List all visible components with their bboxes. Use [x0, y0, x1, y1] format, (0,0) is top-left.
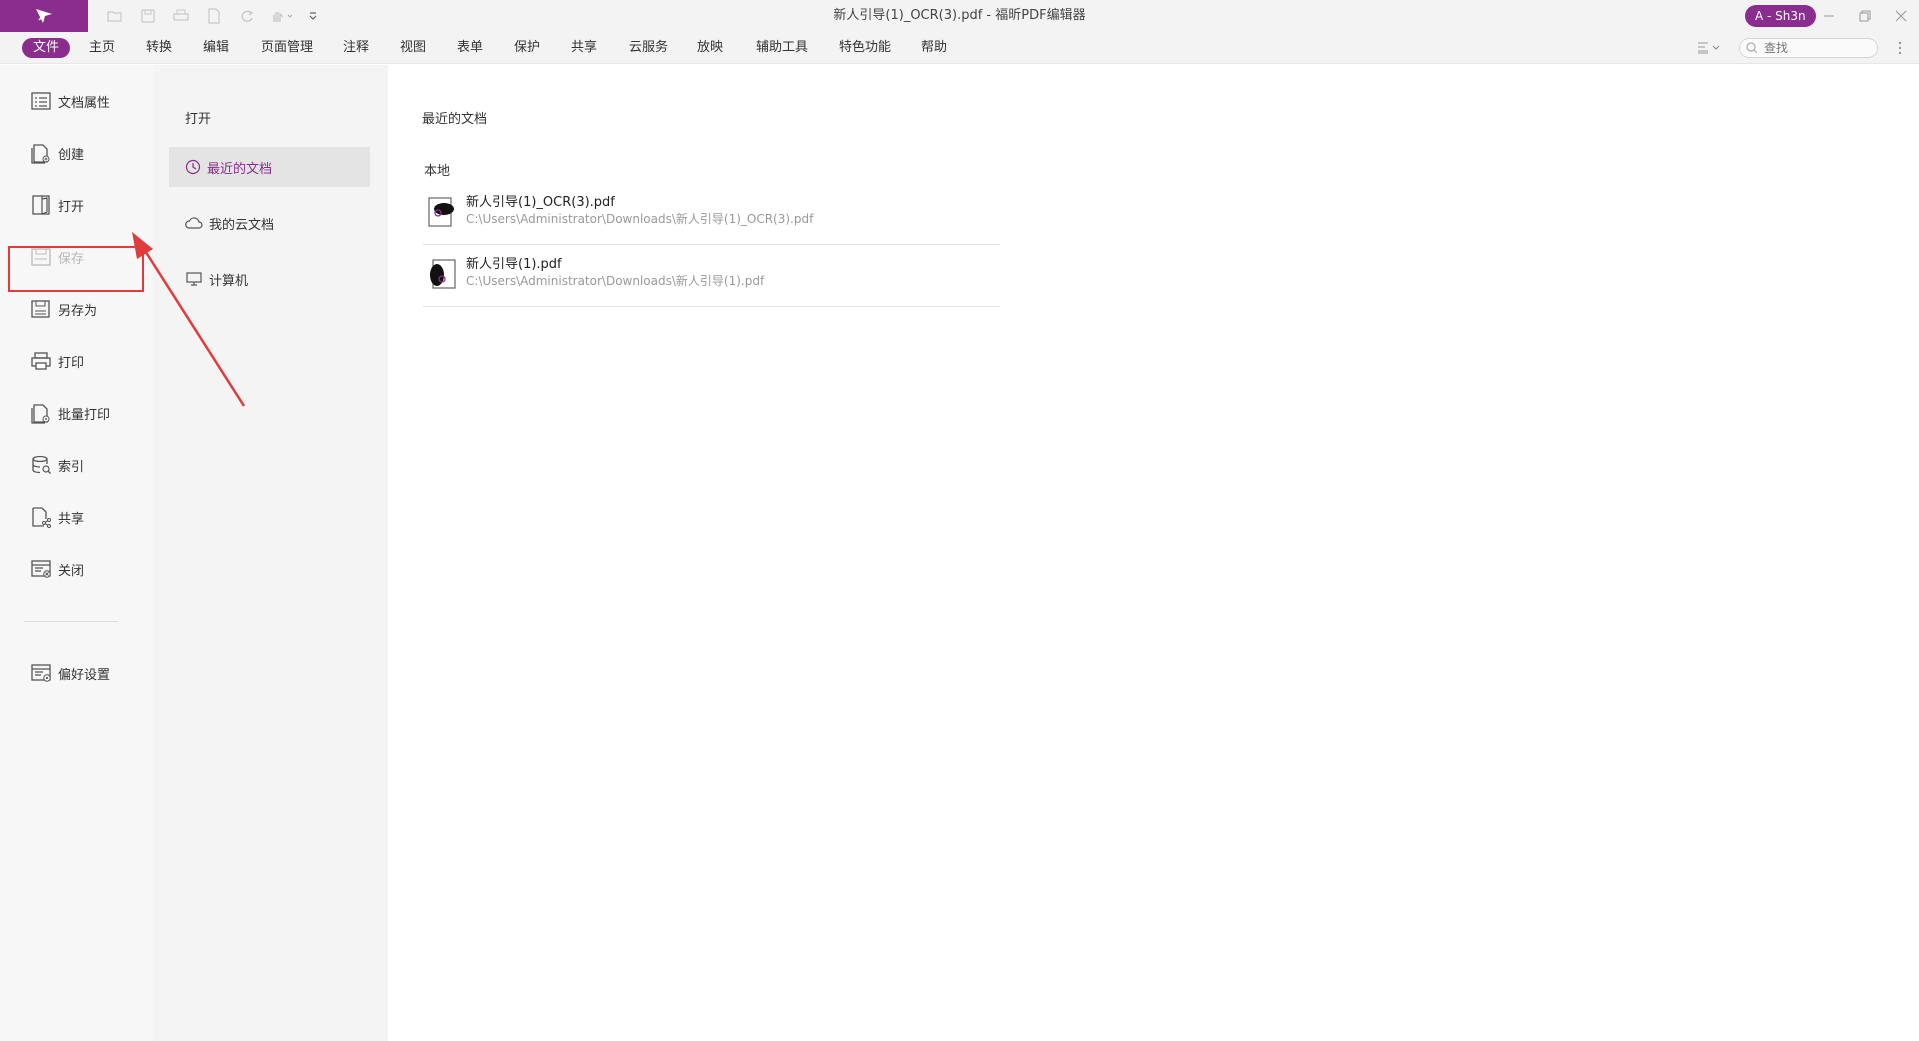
recent-documents-content: 最近的文档 本地 新人引导(1)_OCR(3).pdf C:\Users\Adm…	[388, 65, 1919, 1041]
computer-icon	[186, 272, 202, 286]
create-icon	[31, 144, 50, 164]
file-path: C:\Users\Administrator\Downloads\新人引导(1)…	[466, 274, 765, 288]
hand-tool-icon[interactable]	[270, 7, 296, 25]
sidebar-item-save-as[interactable]: 另存为	[30, 297, 97, 321]
tab-label: 我的云文档	[209, 217, 275, 233]
menu-convert[interactable]: 转换	[146, 38, 172, 58]
sidebar-item-label: 共享	[58, 511, 85, 527]
recent-file-row[interactable]: 新人引导(1).pdf C:\Users\Administrator\Downl…	[423, 245, 1000, 307]
file-menu-sidebar: 文档属性 创建 打开 保存 另存为 打印 批量打印 索引 共享 关闭 偏好设置	[0, 65, 153, 1041]
sidebar-item-batch-print[interactable]: 批量打印	[30, 401, 110, 425]
close-window-button[interactable]	[1886, 4, 1916, 28]
search-box[interactable]	[1739, 38, 1878, 58]
section-label-local: 本地	[424, 164, 451, 179]
file-name: 新人引导(1).pdf	[466, 257, 562, 272]
save-icon[interactable]	[139, 7, 157, 25]
sidebar-item-label: 打印	[58, 355, 85, 371]
sidebar-item-label: 关闭	[58, 563, 85, 579]
sidebar-item-label: 批量打印	[58, 407, 111, 423]
sidebar-item-label: 偏好设置	[58, 667, 111, 683]
user-badge[interactable]: A - Sh3n	[1745, 5, 1816, 27]
sidebar-item-open[interactable]: 打开	[30, 193, 84, 217]
content-title: 最近的文档	[422, 112, 488, 127]
close-document-icon	[31, 560, 51, 578]
title-bar: 新人引导(1)_OCR(3).pdf - 福昕PDF编辑器 A - Sh3n	[0, 0, 1919, 32]
sidebar-item-label: 文档属性	[58, 95, 111, 111]
menu-cloud-services[interactable]: 云服务	[629, 38, 668, 58]
tab-label: 最近的文档	[207, 161, 273, 177]
menu-annotate[interactable]: 注释	[343, 38, 369, 58]
ribbon-toggle-button[interactable]	[1697, 40, 1727, 56]
minimize-button[interactable]	[1814, 4, 1844, 28]
menu-accessibility-tools[interactable]: 辅助工具	[756, 38, 808, 58]
index-icon	[32, 455, 51, 474]
menu-home[interactable]: 主页	[89, 38, 115, 58]
open-book-icon	[32, 195, 50, 215]
menu-view[interactable]: 视图	[400, 38, 426, 58]
clock-icon	[185, 159, 201, 175]
sidebar-item-label: 另存为	[58, 303, 98, 319]
menu-bar: 文件 主页 转换 编辑 页面管理 注释 视图 表单 保护 共享 云服务 放映 辅…	[0, 32, 1919, 64]
menu-page-management[interactable]: 页面管理	[261, 38, 313, 58]
tab-computer[interactable]: 计算机	[169, 259, 370, 299]
sidebar-item-close[interactable]: 关闭	[30, 557, 84, 581]
redo-icon[interactable]	[238, 7, 256, 25]
sidebar-item-label: 索引	[58, 459, 85, 475]
foxit-logo-icon	[36, 9, 52, 23]
menu-protect[interactable]: 保护	[514, 38, 540, 58]
new-icon[interactable]	[205, 7, 223, 25]
cloud-icon	[185, 217, 203, 229]
document-properties-icon	[31, 92, 51, 110]
menu-slideshow[interactable]: 放映	[697, 38, 723, 58]
more-options-button[interactable]	[1894, 38, 1906, 58]
search-icon	[1746, 42, 1758, 54]
open-options-panel: 打开 最近的文档 我的云文档 计算机	[153, 65, 388, 1041]
vertical-dots-icon	[1898, 41, 1902, 55]
sidebar-divider	[24, 621, 118, 622]
printer-icon	[31, 352, 51, 370]
share-icon	[32, 507, 51, 528]
tab-label: 计算机	[209, 273, 249, 289]
file-path: C:\Users\Administrator\Downloads\新人引导(1)…	[466, 212, 814, 226]
menu-help[interactable]: 帮助	[921, 38, 947, 58]
preferences-icon	[31, 664, 51, 682]
batch-print-icon	[31, 404, 50, 424]
file-name: 新人引导(1)_OCR(3).pdf	[466, 195, 615, 210]
sidebar-item-index[interactable]: 索引	[30, 453, 84, 477]
menu-featured[interactable]: 特色功能	[839, 38, 891, 58]
open-icon[interactable]	[106, 7, 124, 25]
sidebar-item-create[interactable]: 创建	[30, 141, 84, 165]
pdf-file-icon	[430, 259, 456, 289]
sidebar-item-print[interactable]: 打印	[30, 349, 84, 373]
open-highlight-box	[8, 246, 144, 292]
menu-edit[interactable]: 编辑	[203, 38, 229, 58]
menu-form[interactable]: 表单	[457, 38, 483, 58]
sidebar-item-label: 打开	[58, 199, 85, 215]
recent-file-row[interactable]: 新人引导(1)_OCR(3).pdf C:\Users\Administrato…	[423, 183, 1000, 245]
sidebar-item-share[interactable]: 共享	[30, 505, 84, 529]
menu-share[interactable]: 共享	[571, 38, 597, 58]
print-icon[interactable]	[172, 7, 190, 25]
tab-my-cloud-documents[interactable]: 我的云文档	[169, 203, 370, 243]
ribbon-toggle-icon	[1698, 42, 1720, 54]
panel-title: 打开	[185, 112, 212, 127]
app-logo[interactable]	[0, 0, 88, 32]
save-as-icon	[31, 300, 50, 318]
sidebar-item-document-properties[interactable]: 文档属性	[30, 89, 110, 113]
pdf-file-icon	[428, 197, 454, 227]
tab-recent-documents[interactable]: 最近的文档	[169, 147, 370, 187]
sidebar-item-label: 创建	[58, 147, 85, 163]
search-input[interactable]	[1762, 40, 1862, 56]
restore-button[interactable]	[1850, 4, 1880, 28]
sidebar-item-preferences[interactable]: 偏好设置	[30, 661, 110, 685]
customize-icon[interactable]	[306, 7, 320, 25]
menu-file[interactable]: 文件	[22, 38, 71, 58]
